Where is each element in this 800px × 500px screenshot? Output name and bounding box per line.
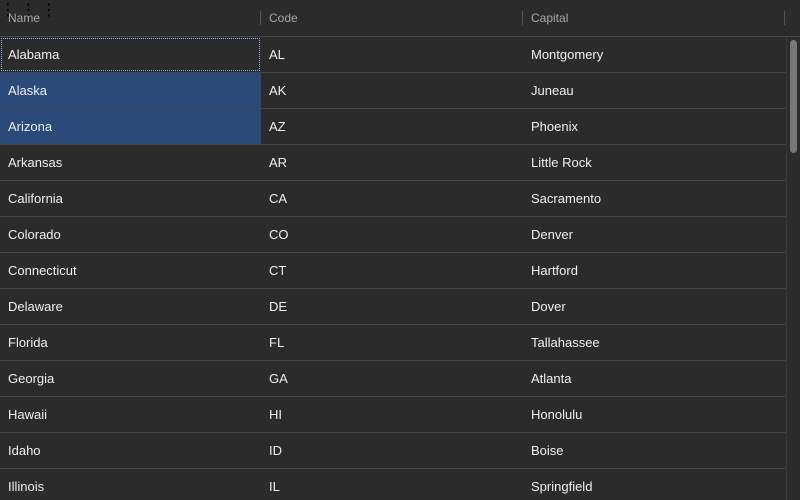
cell-capital[interactable]: Little Rock bbox=[523, 145, 786, 180]
cell-code[interactable]: AL bbox=[261, 37, 523, 72]
grid-body: Alabama AL Montgomery Alaska AK Juneau A… bbox=[0, 37, 786, 500]
cell-code[interactable]: IL bbox=[261, 469, 523, 500]
cell-code[interactable]: HI bbox=[261, 397, 523, 432]
cell-capital[interactable]: Springfield bbox=[523, 469, 786, 500]
cell-capital[interactable]: Hartford bbox=[523, 253, 786, 288]
cell-capital[interactable]: Denver bbox=[523, 217, 786, 252]
cell-name[interactable]: Illinois bbox=[0, 469, 261, 500]
cell-capital[interactable]: Juneau bbox=[523, 73, 786, 108]
cell-code[interactable]: CO bbox=[261, 217, 523, 252]
column-header-capital[interactable]: Capital bbox=[523, 0, 786, 36]
cell-name[interactable]: Connecticut bbox=[0, 253, 261, 288]
cell-name[interactable]: Alabama bbox=[0, 37, 261, 72]
cell-code[interactable]: CA bbox=[261, 181, 523, 216]
cell-name[interactable]: Alaska bbox=[0, 73, 261, 108]
cell-code[interactable]: ID bbox=[261, 433, 523, 468]
cell-name[interactable]: Arkansas bbox=[0, 145, 261, 180]
cell-name[interactable]: Idaho bbox=[0, 433, 261, 468]
table-row[interactable]: Georgia GA Atlanta bbox=[0, 361, 786, 397]
table-row[interactable]: Illinois IL Springfield bbox=[0, 469, 786, 500]
cell-name[interactable]: California bbox=[0, 181, 261, 216]
cell-name[interactable]: Hawaii bbox=[0, 397, 261, 432]
cell-code[interactable]: AK bbox=[261, 73, 523, 108]
column-header-name-label: Name bbox=[8, 11, 41, 25]
cell-code[interactable]: FL bbox=[261, 325, 523, 360]
cell-capital[interactable]: Montgomery bbox=[523, 37, 786, 72]
cell-capital[interactable]: Boise bbox=[523, 433, 786, 468]
cell-name[interactable]: Arizona bbox=[0, 109, 261, 144]
table-row[interactable]: Alaska AK Juneau bbox=[0, 73, 786, 109]
column-separator[interactable] bbox=[784, 11, 785, 25]
cell-name[interactable]: Delaware bbox=[0, 289, 261, 324]
cell-name[interactable]: Florida bbox=[0, 325, 261, 360]
cell-code[interactable]: AR bbox=[261, 145, 523, 180]
cell-capital[interactable]: Atlanta bbox=[523, 361, 786, 396]
table-row[interactable]: Arkansas AR Little Rock bbox=[0, 145, 786, 181]
cell-capital[interactable]: Phoenix bbox=[523, 109, 786, 144]
cell-code[interactable]: GA bbox=[261, 361, 523, 396]
table-row[interactable]: Connecticut CT Hartford bbox=[0, 253, 786, 289]
cell-code[interactable]: DE bbox=[261, 289, 523, 324]
cell-code[interactable]: AZ bbox=[261, 109, 523, 144]
cell-capital[interactable]: Sacramento bbox=[523, 181, 786, 216]
data-grid: Name ⋮ Code ⋮ Capital ⋮ Alabama AL Montg… bbox=[0, 0, 800, 500]
vertical-scrollbar[interactable] bbox=[786, 37, 800, 500]
cell-name[interactable]: Georgia bbox=[0, 361, 261, 396]
cell-capital[interactable]: Honolulu bbox=[523, 397, 786, 432]
column-header-code-label: Code bbox=[269, 11, 298, 25]
table-row[interactable]: Colorado CO Denver bbox=[0, 217, 786, 253]
grid-header: Name ⋮ Code ⋮ Capital ⋮ bbox=[0, 0, 800, 37]
cell-capital[interactable]: Tallahassee bbox=[523, 325, 786, 360]
table-row[interactable]: Alabama AL Montgomery bbox=[0, 37, 786, 73]
column-header-capital-label: Capital bbox=[531, 11, 569, 25]
cell-code[interactable]: CT bbox=[261, 253, 523, 288]
table-row[interactable]: Arizona AZ Phoenix bbox=[0, 109, 786, 145]
table-row[interactable]: California CA Sacramento bbox=[0, 181, 786, 217]
table-row[interactable]: Delaware DE Dover bbox=[0, 289, 786, 325]
cell-capital[interactable]: Dover bbox=[523, 289, 786, 324]
column-header-code[interactable]: Code bbox=[261, 0, 523, 36]
cell-name[interactable]: Colorado bbox=[0, 217, 261, 252]
scrollbar-thumb[interactable] bbox=[790, 40, 797, 153]
table-row[interactable]: Hawaii HI Honolulu bbox=[0, 397, 786, 433]
table-row[interactable]: Florida FL Tallahassee bbox=[0, 325, 786, 361]
column-header-name[interactable]: Name bbox=[0, 0, 261, 36]
table-row[interactable]: Idaho ID Boise bbox=[0, 433, 786, 469]
